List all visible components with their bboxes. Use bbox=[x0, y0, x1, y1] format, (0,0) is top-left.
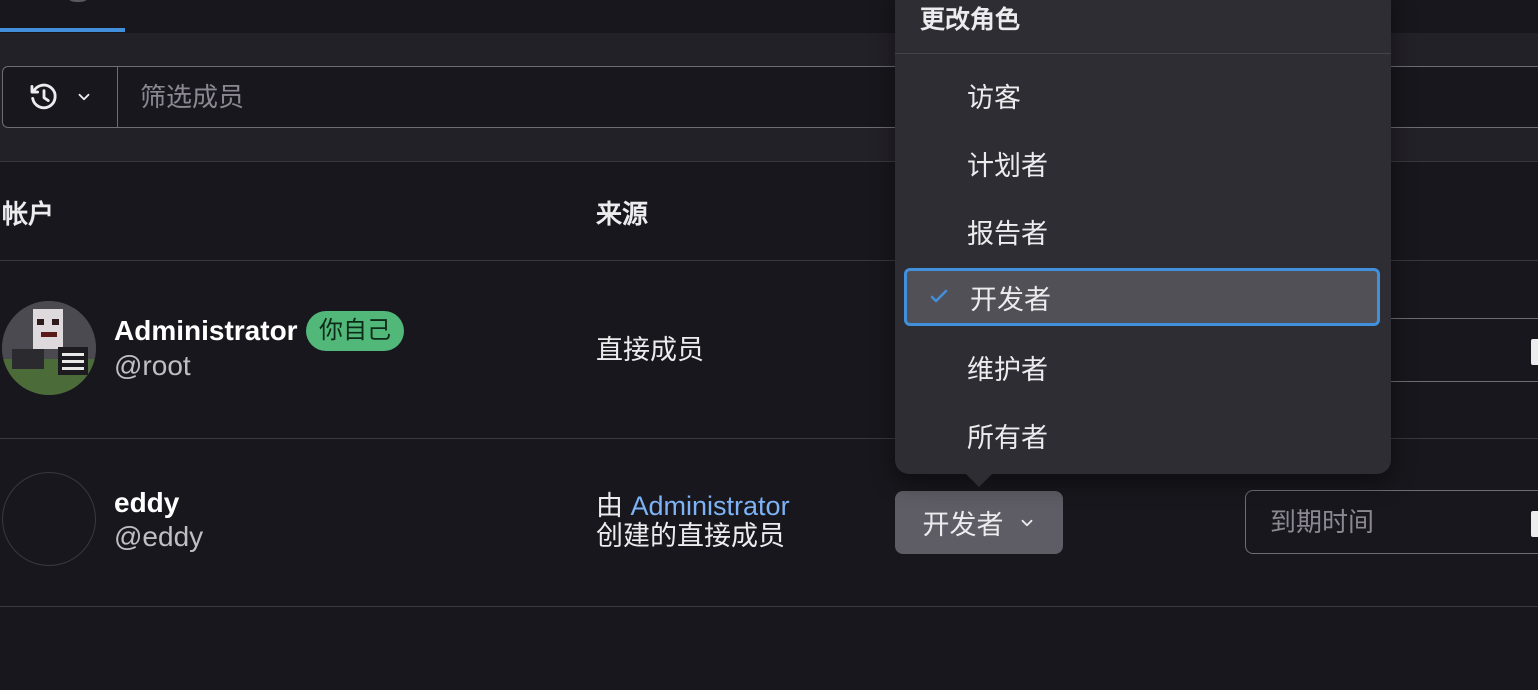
history-icon bbox=[30, 83, 57, 110]
role-option-label: 开发者 bbox=[970, 284, 1051, 315]
role-dropdown-button[interactable]: 开发者 bbox=[895, 491, 1063, 554]
role-dropdown-menu: 更改角色 访客 计划者 报告者 开发者 维护者 所有者 bbox=[895, 0, 1391, 474]
role-option-reporter[interactable]: 报告者 bbox=[904, 202, 1380, 260]
role-option-maintainer[interactable]: 维护者 bbox=[904, 338, 1380, 396]
active-tab-indicator bbox=[0, 28, 125, 32]
dropdown-title: 更改角色 bbox=[920, 6, 1021, 34]
chevron-down-icon bbox=[78, 93, 90, 101]
members-page: 帐户 来源 Administrator 你自己 @root 直接成员 bbox=[0, 0, 1538, 690]
member-username: @root bbox=[114, 350, 191, 381]
member-source: 直接成员 bbox=[596, 335, 704, 365]
role-option-guest[interactable]: 访客 bbox=[904, 66, 1380, 124]
current-role-label: 开发者 bbox=[922, 510, 1004, 540]
member-username: @eddy bbox=[114, 521, 204, 552]
source-suffix: 创建的直接成员 bbox=[596, 521, 785, 551]
member-name[interactable]: Administrator bbox=[114, 315, 298, 347]
calendar-icon[interactable] bbox=[1531, 511, 1538, 537]
account-column-header: 帐户 bbox=[2, 199, 55, 229]
member-source: 由 Administrator 创建的直接成员 bbox=[596, 491, 790, 551]
expiration-date-field[interactable] bbox=[1245, 490, 1538, 554]
chevron-down-icon bbox=[1021, 519, 1032, 526]
expiration-date-input[interactable] bbox=[1246, 491, 1538, 553]
source-prefix: 由 bbox=[596, 491, 623, 521]
check-icon bbox=[930, 289, 948, 303]
administrator-avatar-image bbox=[2, 301, 96, 395]
tab-count-badge bbox=[64, 0, 92, 2]
member-name[interactable]: eddy bbox=[114, 487, 179, 519]
recent-searches-button[interactable] bbox=[3, 67, 118, 127]
avatar[interactable] bbox=[2, 472, 96, 566]
role-option-planner[interactable]: 计划者 bbox=[904, 134, 1380, 192]
creator-link[interactable]: Administrator bbox=[631, 491, 790, 521]
avatar[interactable] bbox=[2, 301, 96, 395]
role-option-developer[interactable]: 开发者 bbox=[904, 268, 1380, 326]
role-option-owner[interactable]: 所有者 bbox=[904, 406, 1380, 464]
calendar-icon[interactable] bbox=[1531, 339, 1538, 365]
you-badge: 你自己 bbox=[306, 311, 404, 351]
dropdown-divider bbox=[895, 53, 1391, 54]
source-column-header: 来源 bbox=[596, 199, 649, 229]
dropdown-pointer bbox=[965, 473, 993, 487]
